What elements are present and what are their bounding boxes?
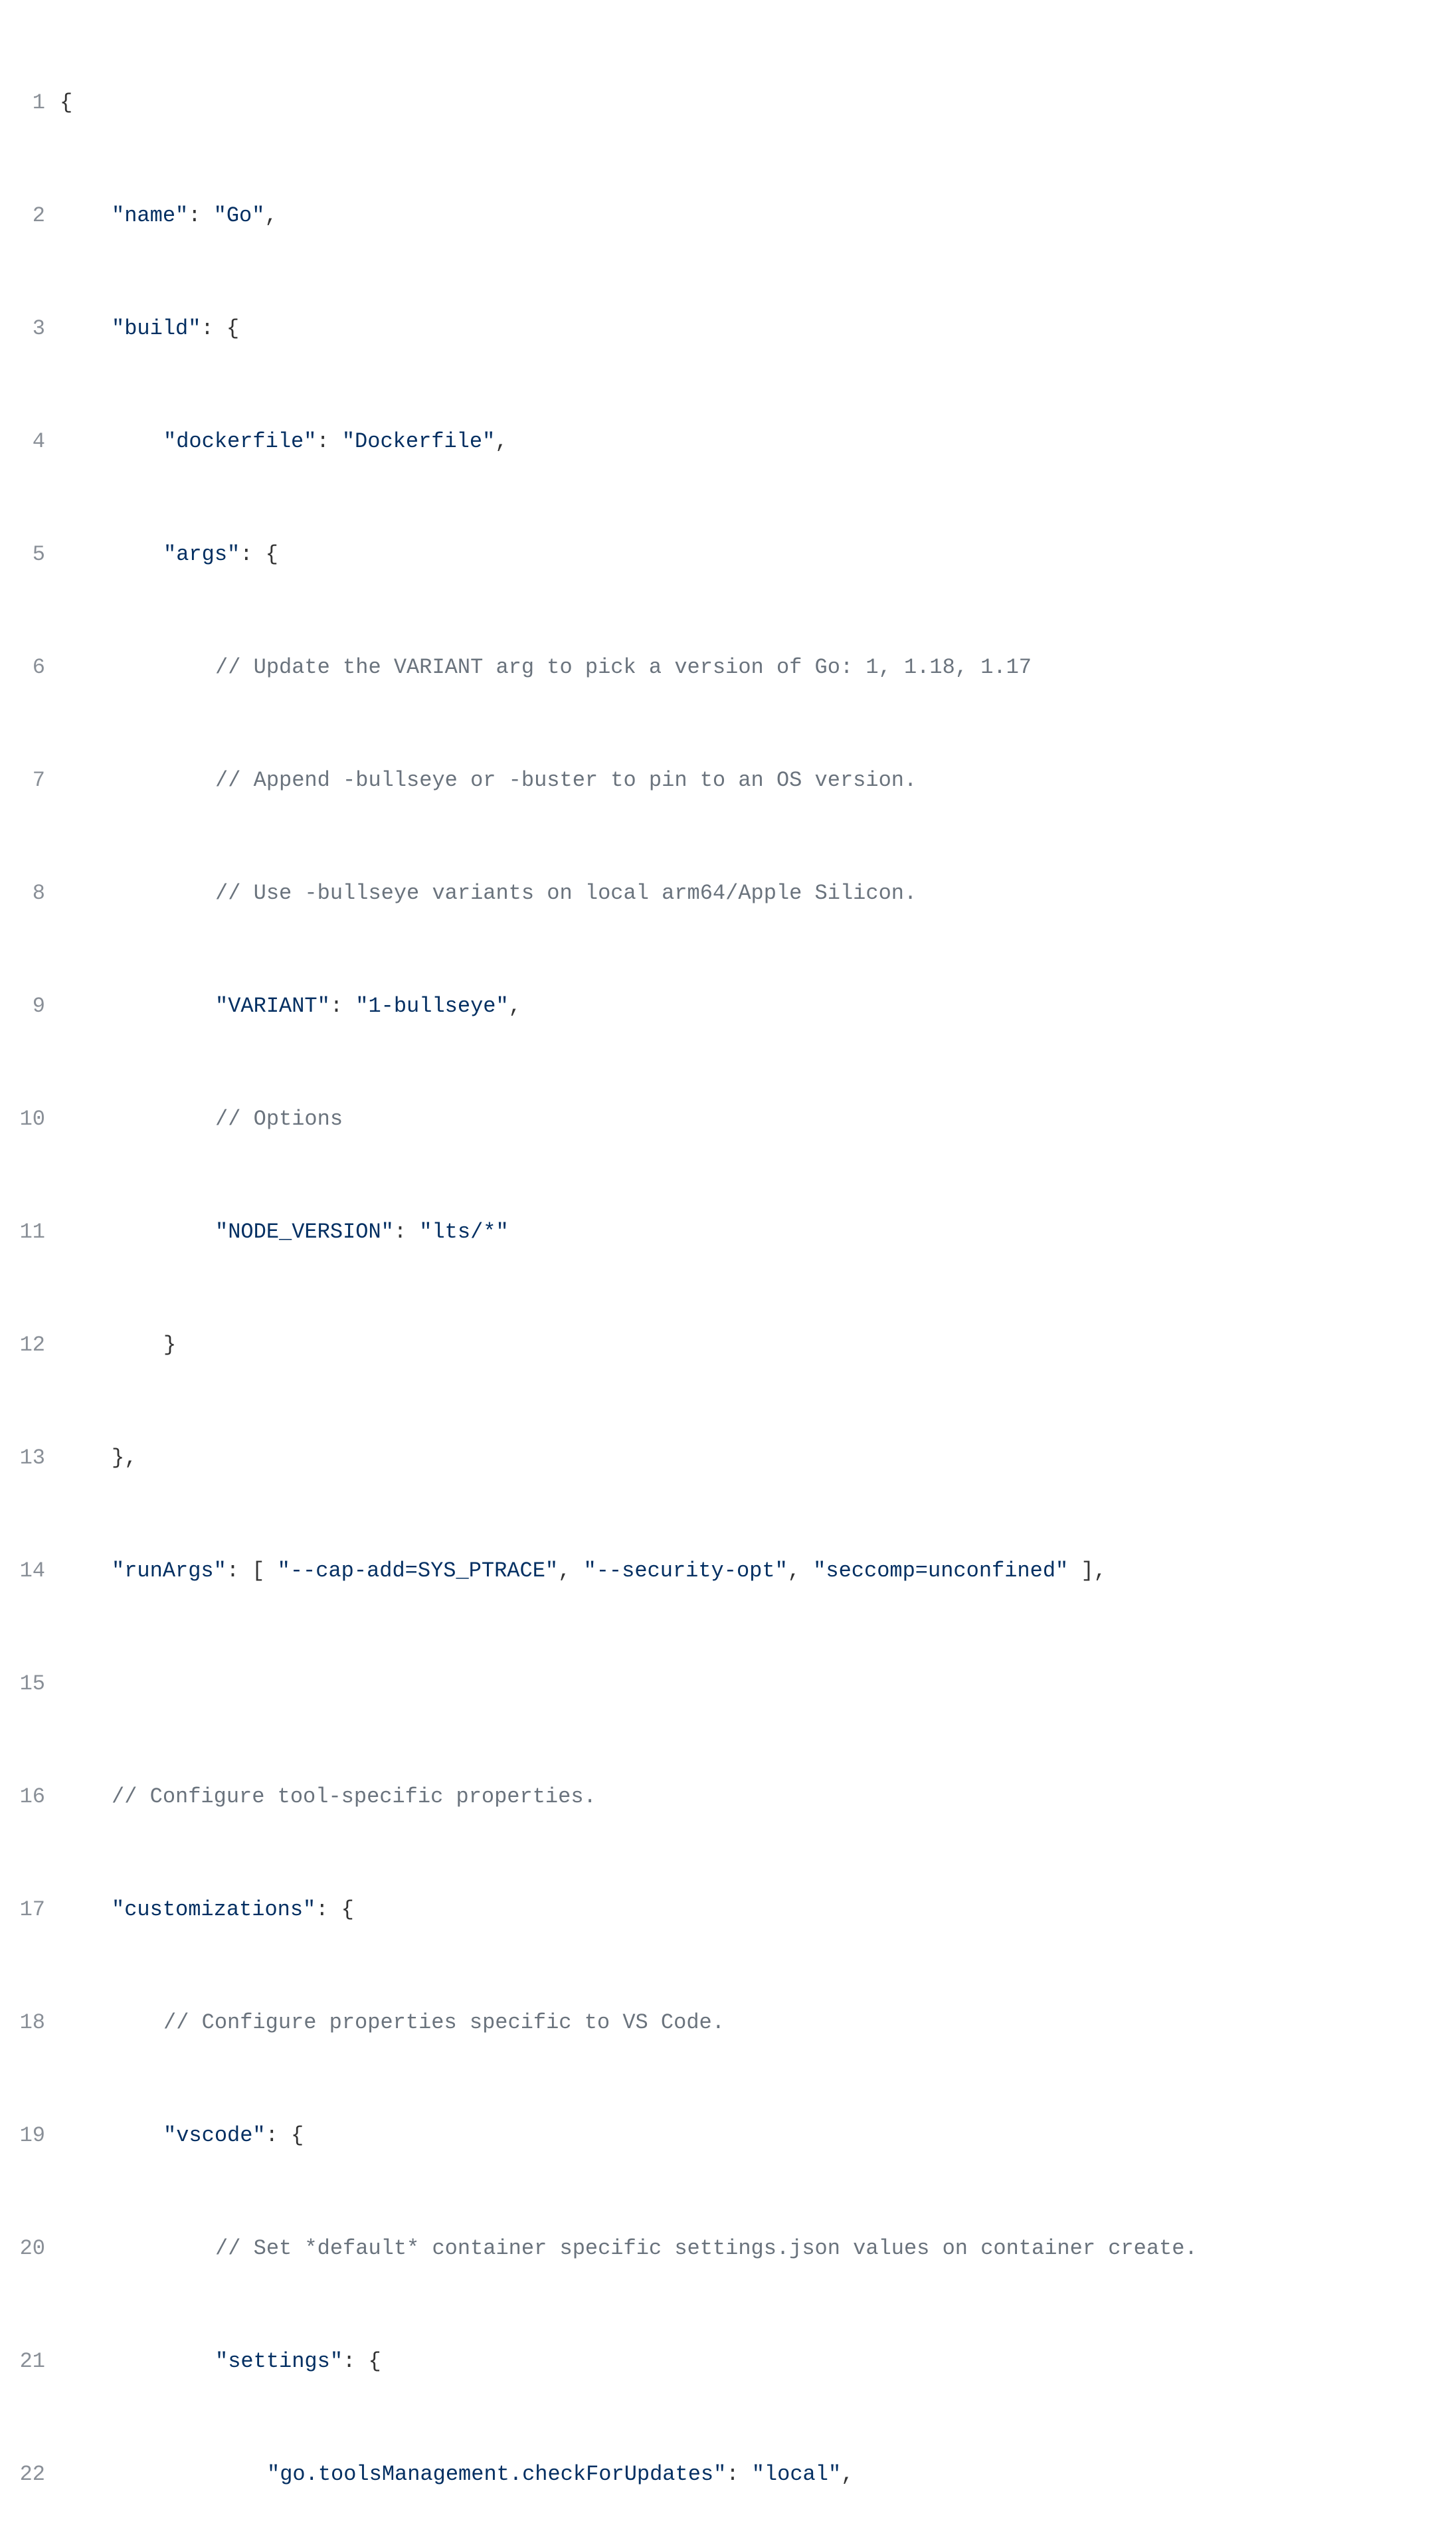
code-line: 5 "args": { [0, 535, 1456, 574]
line-number: 15 [0, 1664, 60, 1703]
line-number: 14 [0, 1551, 60, 1590]
code-line: 7 // Append -bullseye or -buster to pin … [0, 761, 1456, 800]
line-number: 8 [0, 874, 60, 913]
line-number: 20 [0, 2229, 60, 2268]
code-line: 15 [0, 1664, 1456, 1703]
code-line: 19 "vscode": { [0, 2116, 1456, 2155]
line-number: 2 [0, 196, 60, 235]
code-line: 12 } [0, 1325, 1456, 1364]
code-line: 10 // Options [0, 1099, 1456, 1139]
code-line: 8 // Use -bullseye variants on local arm… [0, 874, 1456, 913]
line-number: 21 [0, 2342, 60, 2381]
line-number: 7 [0, 761, 60, 800]
code-line: 2 "name": "Go", [0, 196, 1456, 235]
code-editor[interactable]: 1 { 2 "name": "Go", 3 "build": { 4 "dock… [0, 0, 1456, 2539]
line-number: 6 [0, 648, 60, 687]
code-line: 18 // Configure properties specific to V… [0, 2003, 1456, 2042]
code-line: 21 "settings": { [0, 2342, 1456, 2381]
line-number: 13 [0, 1438, 60, 1477]
line-number: 18 [0, 2003, 60, 2042]
code-line: 11 "NODE_VERSION": "lts/*" [0, 1212, 1456, 1252]
line-number: 9 [0, 987, 60, 1026]
code-line: 20 // Set *default* container specific s… [0, 2229, 1456, 2268]
code-line: 17 "customizations": { [0, 1890, 1456, 1929]
line-number: 10 [0, 1099, 60, 1139]
line-number: 4 [0, 422, 60, 461]
code-line: 9 "VARIANT": "1-bullseye", [0, 987, 1456, 1026]
line-number: 19 [0, 2116, 60, 2155]
line-number: 17 [0, 1890, 60, 1929]
line-number: 5 [0, 535, 60, 574]
line-number: 1 [0, 83, 60, 122]
code-line: 1 { [0, 83, 1456, 122]
code-line: 3 "build": { [0, 309, 1456, 348]
code-line: 6 // Update the VARIANT arg to pick a ve… [0, 648, 1456, 687]
code-line: 14 "runArgs": [ "--cap-add=SYS_PTRACE", … [0, 1551, 1456, 1590]
line-number: 12 [0, 1325, 60, 1364]
code-line: 4 "dockerfile": "Dockerfile", [0, 422, 1456, 461]
line-number: 16 [0, 1777, 60, 1816]
line-number: 22 [0, 2455, 60, 2494]
line-number: 3 [0, 309, 60, 348]
code-line: 16 // Configure tool-specific properties… [0, 1777, 1456, 1816]
line-number: 11 [0, 1212, 60, 1252]
code-line: 22 "go.toolsManagement.checkForUpdates":… [0, 2455, 1456, 2494]
code-line: 13 }, [0, 1438, 1456, 1477]
